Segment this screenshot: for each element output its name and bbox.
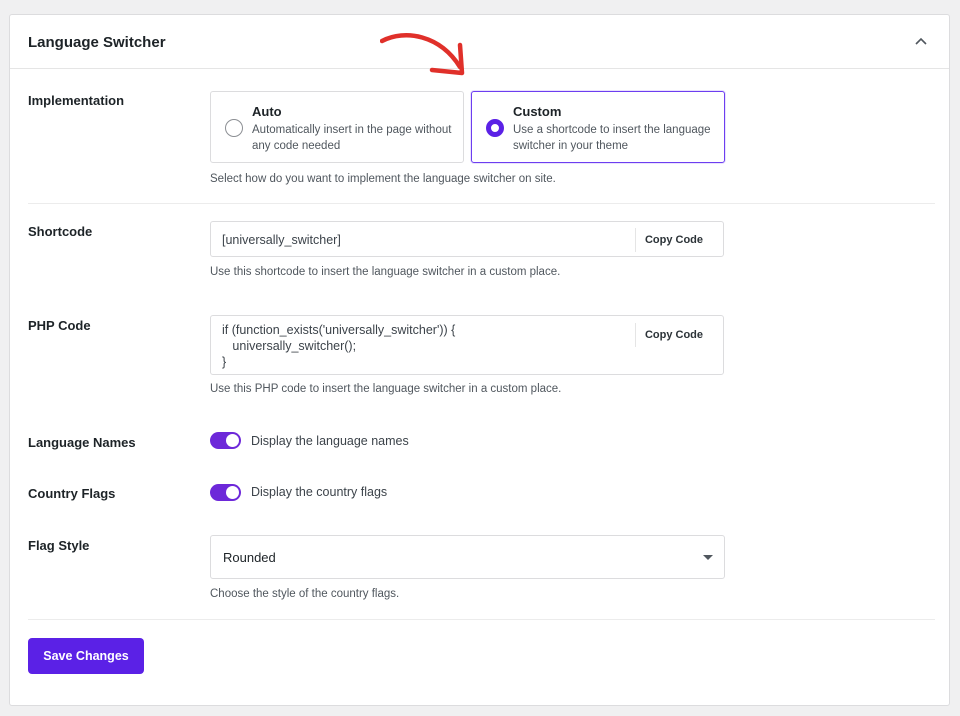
radio-auto[interactable] [225, 119, 243, 137]
option-custom-title: Custom [513, 104, 562, 119]
curved-arrow-icon [380, 33, 465, 76]
shortcode-help: Use this shortcode to insert the languag… [210, 266, 561, 278]
radio-custom[interactable] [486, 119, 504, 137]
collapse-button[interactable] [913, 33, 929, 49]
country-flags-label: Country Flags [28, 486, 116, 501]
php-code-label: PHP Code [28, 318, 91, 333]
flag-style-select[interactable]: Rounded [210, 535, 725, 579]
copy-shortcode-button[interactable]: Copy Code [634, 228, 712, 252]
php-code-value: if (function_exists('universally_switche… [222, 323, 456, 369]
option-custom[interactable]: Custom Use a shortcode to insert the lan… [471, 91, 725, 163]
language-names-label: Language Names [28, 435, 136, 450]
country-flags-toggle[interactable] [210, 484, 241, 501]
language-switcher-panel: Language Switcher Implementation Auto Au… [9, 14, 950, 706]
panel-title: Language Switcher [28, 34, 166, 51]
flag-style-label: Flag Style [28, 538, 90, 553]
php-code-help: Use this PHP code to insert the language… [210, 383, 562, 395]
toggle-knob [226, 434, 239, 447]
save-changes-button[interactable]: Save Changes [28, 638, 144, 674]
flag-style-help: Choose the style of the country flags. [210, 588, 400, 600]
implementation-label: Implementation [28, 93, 125, 108]
option-auto[interactable]: Auto Automatically insert in the page wi… [210, 91, 464, 163]
divider [28, 619, 935, 620]
chevron-up-icon [915, 37, 927, 45]
implementation-help: Select how do you want to implement the … [210, 173, 556, 185]
panel-header: Language Switcher [10, 15, 949, 69]
shortcode-value: [universally_switcher] [222, 233, 341, 247]
shortcode-field[interactable]: [universally_switcher] Copy Code [210, 221, 724, 257]
copy-php-code-button[interactable]: Copy Code [634, 323, 712, 347]
flag-style-value: Rounded [223, 550, 276, 565]
option-auto-title: Auto [252, 104, 282, 119]
php-code-field[interactable]: if (function_exists('universally_switche… [210, 315, 724, 375]
option-custom-description: Use a shortcode to insert the language s… [513, 124, 711, 152]
toggle-knob [226, 486, 239, 499]
shortcode-label: Shortcode [28, 224, 93, 239]
option-auto-description: Automatically insert in the page without… [252, 124, 452, 152]
language-names-toggle[interactable] [210, 432, 241, 449]
language-names-toggle-label: Display the language names [251, 434, 409, 448]
country-flags-toggle-label: Display the country flags [251, 485, 388, 499]
caret-down-icon [703, 555, 713, 560]
divider [28, 203, 935, 204]
